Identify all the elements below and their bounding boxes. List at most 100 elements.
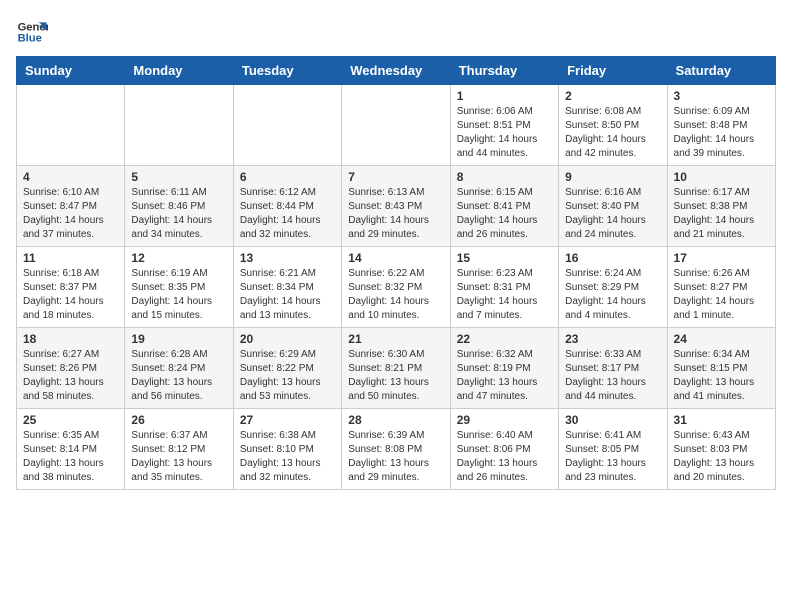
- day-number: 12: [131, 251, 226, 265]
- calendar-day-24: 24 Sunrise: 6:34 AM Sunset: 8:15 PM Dayli…: [667, 328, 775, 409]
- calendar-week-2: 4 Sunrise: 6:10 AM Sunset: 8:47 PM Daylig…: [17, 166, 776, 247]
- svg-text:Blue: Blue: [18, 33, 42, 45]
- day-info: Sunrise: 6:08 AM Sunset: 8:50 PM Dayligh…: [565, 105, 660, 161]
- day-info: Sunrise: 6:41 AM Sunset: 8:05 PM Dayligh…: [565, 429, 660, 485]
- day-number: 8: [457, 170, 552, 184]
- calendar-day-6: 6 Sunrise: 6:12 AM Sunset: 8:44 PM Daylig…: [233, 166, 341, 247]
- day-number: 4: [23, 170, 118, 184]
- day-info: Sunrise: 6:43 AM Sunset: 8:03 PM Dayligh…: [674, 429, 769, 485]
- day-number: 6: [240, 170, 335, 184]
- day-number: 19: [131, 332, 226, 346]
- day-info: Sunrise: 6:38 AM Sunset: 8:10 PM Dayligh…: [240, 429, 335, 485]
- day-number: 20: [240, 332, 335, 346]
- day-info: Sunrise: 6:37 AM Sunset: 8:12 PM Dayligh…: [131, 429, 226, 485]
- weekday-header-sunday: Sunday: [17, 57, 125, 85]
- day-info: Sunrise: 6:23 AM Sunset: 8:31 PM Dayligh…: [457, 267, 552, 323]
- empty-cell: [125, 85, 233, 166]
- day-info: Sunrise: 6:24 AM Sunset: 8:29 PM Dayligh…: [565, 267, 660, 323]
- day-info: Sunrise: 6:17 AM Sunset: 8:38 PM Dayligh…: [674, 186, 769, 242]
- day-info: Sunrise: 6:18 AM Sunset: 8:37 PM Dayligh…: [23, 267, 118, 323]
- calendar-day-13: 13Sunrise: 6:21 AM Sunset: 8:34 PM Dayli…: [233, 247, 341, 328]
- calendar-day-22: 22 Sunrise: 6:32 AM Sunset: 8:19 PM Dayli…: [450, 328, 558, 409]
- calendar-day-27: 27 Sunrise: 6:38 AM Sunset: 8:10 PM Dayli…: [233, 409, 341, 490]
- empty-cell: [342, 85, 450, 166]
- weekday-header-row: SundayMondayTuesdayWednesdayThursdayFrid…: [17, 57, 776, 85]
- day-info: Sunrise: 6:13 AM Sunset: 8:43 PM Dayligh…: [348, 186, 443, 242]
- day-info: Sunrise: 6:10 AM Sunset: 8:47 PM Dayligh…: [23, 186, 118, 242]
- calendar-week-3: 11Sunrise: 6:18 AM Sunset: 8:37 PM Dayli…: [17, 247, 776, 328]
- calendar-table: SundayMondayTuesdayWednesdayThursdayFrid…: [16, 56, 776, 490]
- day-number: 27: [240, 413, 335, 427]
- day-number: 14: [348, 251, 443, 265]
- calendar-day-4: 4 Sunrise: 6:10 AM Sunset: 8:47 PM Daylig…: [17, 166, 125, 247]
- day-info: Sunrise: 6:26 AM Sunset: 8:27 PM Dayligh…: [674, 267, 769, 323]
- day-number: 31: [674, 413, 769, 427]
- day-number: 18: [23, 332, 118, 346]
- calendar-week-1: 1 Sunrise: 6:06 AM Sunset: 8:51 PM Daylig…: [17, 85, 776, 166]
- weekday-header-friday: Friday: [559, 57, 667, 85]
- day-number: 22: [457, 332, 552, 346]
- calendar-day-28: 28 Sunrise: 6:39 AM Sunset: 8:08 PM Dayli…: [342, 409, 450, 490]
- calendar-day-31: 31 Sunrise: 6:43 AM Sunset: 8:03 PM Dayli…: [667, 409, 775, 490]
- calendar-day-30: 30 Sunrise: 6:41 AM Sunset: 8:05 PM Dayli…: [559, 409, 667, 490]
- day-number: 16: [565, 251, 660, 265]
- day-info: Sunrise: 6:16 AM Sunset: 8:40 PM Dayligh…: [565, 186, 660, 242]
- day-number: 25: [23, 413, 118, 427]
- day-number: 28: [348, 413, 443, 427]
- calendar-day-16: 16 Sunrise: 6:24 AM Sunset: 8:29 PM Dayli…: [559, 247, 667, 328]
- calendar-day-15: 15 Sunrise: 6:23 AM Sunset: 8:31 PM Dayli…: [450, 247, 558, 328]
- calendar-day-8: 8 Sunrise: 6:15 AM Sunset: 8:41 PM Daylig…: [450, 166, 558, 247]
- weekday-header-saturday: Saturday: [667, 57, 775, 85]
- day-info: Sunrise: 6:28 AM Sunset: 8:24 PM Dayligh…: [131, 348, 226, 404]
- day-number: 10: [674, 170, 769, 184]
- empty-cell: [233, 85, 341, 166]
- day-info: Sunrise: 6:12 AM Sunset: 8:44 PM Dayligh…: [240, 186, 335, 242]
- calendar-day-7: 7 Sunrise: 6:13 AM Sunset: 8:43 PM Daylig…: [342, 166, 450, 247]
- day-info: Sunrise: 6:22 AM Sunset: 8:32 PM Dayligh…: [348, 267, 443, 323]
- calendar-day-12: 12 Sunrise: 6:19 AM Sunset: 8:35 PM Dayli…: [125, 247, 233, 328]
- calendar-day-21: 21Sunrise: 6:30 AM Sunset: 8:21 PM Dayli…: [342, 328, 450, 409]
- day-info: Sunrise: 6:19 AM Sunset: 8:35 PM Dayligh…: [131, 267, 226, 323]
- day-info: Sunrise: 6:34 AM Sunset: 8:15 PM Dayligh…: [674, 348, 769, 404]
- day-info: Sunrise: 6:29 AM Sunset: 8:22 PM Dayligh…: [240, 348, 335, 404]
- calendar-day-3: 3 Sunrise: 6:09 AM Sunset: 8:48 PM Daylig…: [667, 85, 775, 166]
- day-number: 26: [131, 413, 226, 427]
- calendar-day-5: 5 Sunrise: 6:11 AM Sunset: 8:46 PM Daylig…: [125, 166, 233, 247]
- calendar-day-29: 29 Sunrise: 6:40 AM Sunset: 8:06 PM Dayli…: [450, 409, 558, 490]
- day-number: 3: [674, 89, 769, 103]
- day-number: 29: [457, 413, 552, 427]
- logo-icon: General Blue: [16, 16, 48, 48]
- day-info: Sunrise: 6:35 AM Sunset: 8:14 PM Dayligh…: [23, 429, 118, 485]
- day-number: 13: [240, 251, 335, 265]
- day-number: 5: [131, 170, 226, 184]
- calendar-day-14: 14 Sunrise: 6:22 AM Sunset: 8:32 PM Dayli…: [342, 247, 450, 328]
- calendar-day-19: 19 Sunrise: 6:28 AM Sunset: 8:24 PM Dayli…: [125, 328, 233, 409]
- calendar-day-20: 20 Sunrise: 6:29 AM Sunset: 8:22 PM Dayli…: [233, 328, 341, 409]
- calendar-day-18: 18Sunrise: 6:27 AM Sunset: 8:26 PM Dayli…: [17, 328, 125, 409]
- calendar-day-9: 9 Sunrise: 6:16 AM Sunset: 8:40 PM Daylig…: [559, 166, 667, 247]
- day-number: 9: [565, 170, 660, 184]
- calendar-day-26: 26 Sunrise: 6:37 AM Sunset: 8:12 PM Dayli…: [125, 409, 233, 490]
- day-number: 7: [348, 170, 443, 184]
- day-info: Sunrise: 6:33 AM Sunset: 8:17 PM Dayligh…: [565, 348, 660, 404]
- day-info: Sunrise: 6:39 AM Sunset: 8:08 PM Dayligh…: [348, 429, 443, 485]
- day-info: Sunrise: 6:09 AM Sunset: 8:48 PM Dayligh…: [674, 105, 769, 161]
- day-number: 2: [565, 89, 660, 103]
- calendar-day-11: 11Sunrise: 6:18 AM Sunset: 8:37 PM Dayli…: [17, 247, 125, 328]
- day-info: Sunrise: 6:32 AM Sunset: 8:19 PM Dayligh…: [457, 348, 552, 404]
- calendar-week-4: 18Sunrise: 6:27 AM Sunset: 8:26 PM Dayli…: [17, 328, 776, 409]
- day-info: Sunrise: 6:06 AM Sunset: 8:51 PM Dayligh…: [457, 105, 552, 161]
- calendar-day-17: 17Sunrise: 6:26 AM Sunset: 8:27 PM Dayli…: [667, 247, 775, 328]
- day-number: 15: [457, 251, 552, 265]
- empty-cell: [17, 85, 125, 166]
- logo: General Blue: [16, 16, 48, 48]
- day-info: Sunrise: 6:40 AM Sunset: 8:06 PM Dayligh…: [457, 429, 552, 485]
- day-number: 30: [565, 413, 660, 427]
- day-info: Sunrise: 6:11 AM Sunset: 8:46 PM Dayligh…: [131, 186, 226, 242]
- weekday-header-monday: Monday: [125, 57, 233, 85]
- weekday-header-tuesday: Tuesday: [233, 57, 341, 85]
- day-info: Sunrise: 6:15 AM Sunset: 8:41 PM Dayligh…: [457, 186, 552, 242]
- calendar-day-23: 23Sunrise: 6:33 AM Sunset: 8:17 PM Dayli…: [559, 328, 667, 409]
- day-number: 1: [457, 89, 552, 103]
- day-number: 24: [674, 332, 769, 346]
